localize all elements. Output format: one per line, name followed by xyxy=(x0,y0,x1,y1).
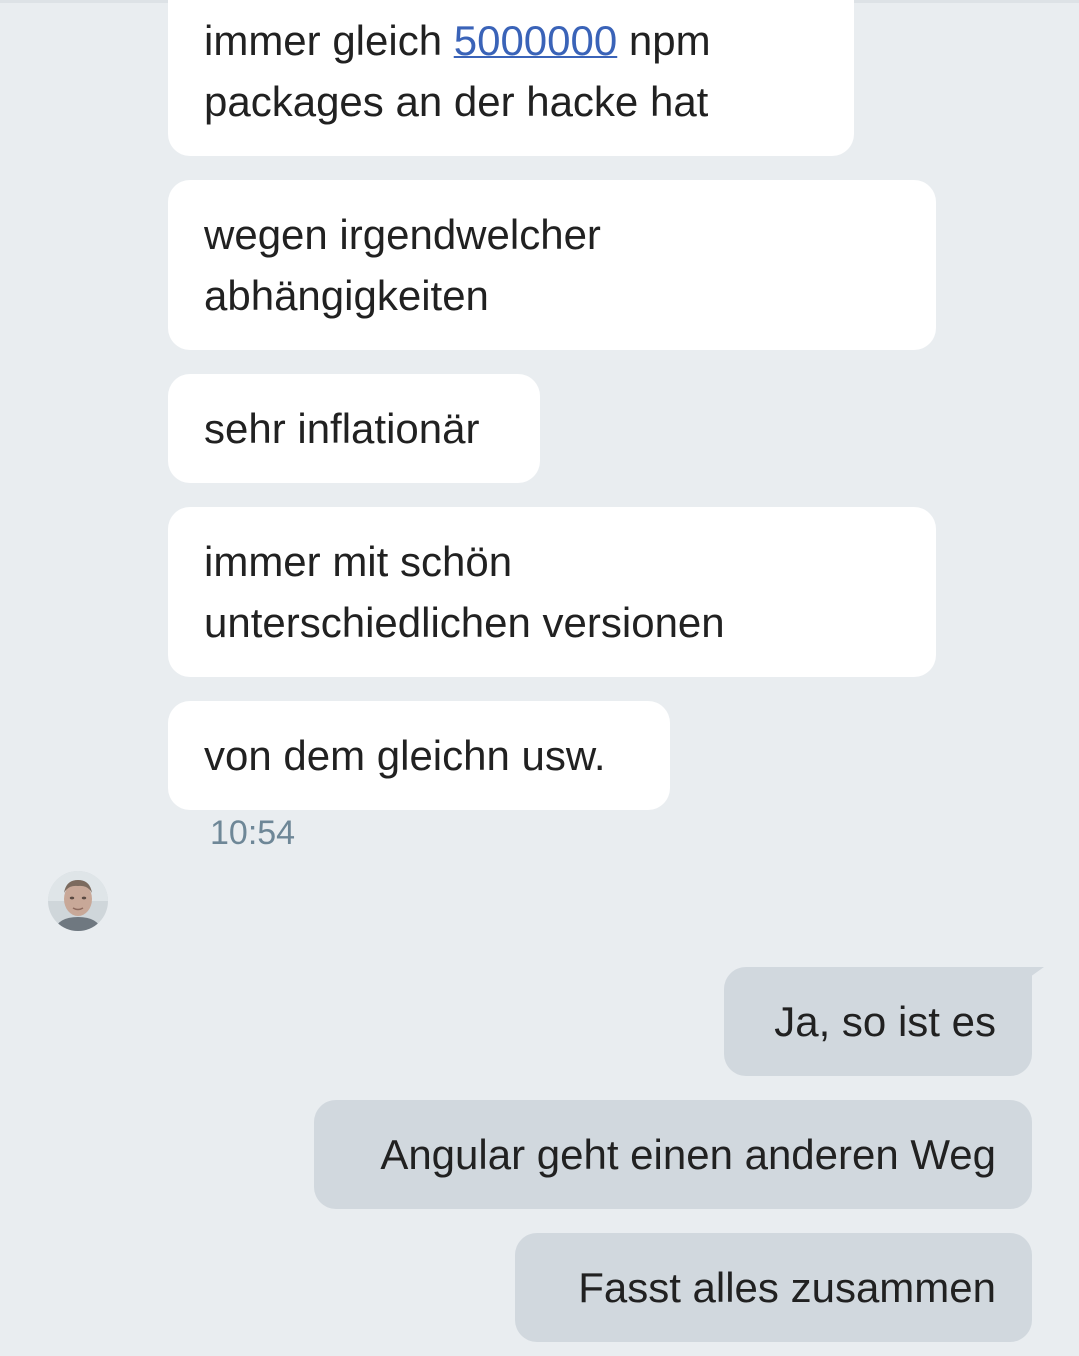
message-line: immer mit schön xyxy=(204,538,513,585)
incoming-message[interactable]: immer mit schön unterschiedlichen versio… xyxy=(168,507,936,677)
message-line: unterschiedlichen versionen xyxy=(204,599,725,646)
incoming-message[interactable]: von dem gleichn usw. xyxy=(168,701,670,810)
outgoing-message[interactable]: Ja, so ist es xyxy=(724,967,1032,1076)
message-timestamp: 10:54 xyxy=(210,814,296,852)
incoming-message[interactable]: sehr inflationär xyxy=(168,374,540,483)
message-link[interactable]: 5000000 xyxy=(454,17,618,64)
message-line: packages an der hacke hat xyxy=(204,78,709,125)
outgoing-message[interactable]: Angular geht einen anderen Weg xyxy=(314,1100,1032,1209)
message-line: wegen irgendwelcher xyxy=(204,211,601,258)
outgoing-message[interactable]: Fasst alles zusammen xyxy=(515,1233,1032,1342)
message-line: Angular geht einen anderen Weg xyxy=(380,1131,996,1178)
incoming-message[interactable]: immer gleich 5000000 npm packages an der… xyxy=(168,0,854,156)
message-text: immer gleich xyxy=(204,17,454,64)
incoming-message[interactable]: wegen irgendwelcher abhängigkeiten xyxy=(168,180,936,350)
user-avatar-icon[interactable] xyxy=(48,871,108,931)
message-line: Ja, so ist es xyxy=(774,998,996,1045)
message-line: immer gleich 5000000 npm xyxy=(204,10,818,71)
message-line: abhängigkeiten xyxy=(204,272,489,319)
message-text: npm xyxy=(617,17,711,64)
avatar-image xyxy=(48,871,108,931)
message-line: Fasst alles zusammen xyxy=(578,1264,996,1311)
message-line: von dem gleichn usw. xyxy=(204,732,606,779)
message-line: sehr inflationär xyxy=(204,405,480,452)
bubble-tail xyxy=(1030,967,1044,977)
